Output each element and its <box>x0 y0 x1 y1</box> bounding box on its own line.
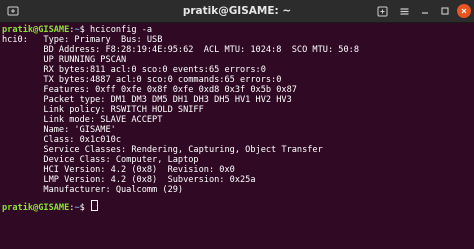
command-text: hciconfig -a <box>90 25 153 35</box>
prompt-user: pratik@GISAME <box>2 203 70 213</box>
title-bar[interactable]: pratik@GISAME: ~ <box>0 0 474 23</box>
minimize-button[interactable] <box>418 4 432 18</box>
output-line: Manufacturer: Qualcomm (29) <box>2 185 184 195</box>
prompt-line: pratik@GISAME:~$ <box>2 200 98 213</box>
prompt-user: pratik@GISAME <box>2 25 70 35</box>
menu-button[interactable] <box>397 4 411 18</box>
new-tab-button[interactable] <box>375 4 389 18</box>
close-icon <box>460 7 468 15</box>
close-button[interactable] <box>457 4 471 18</box>
maximize-button[interactable] <box>438 4 452 18</box>
minimize-icon <box>420 6 430 16</box>
prompt-symbol: $ <box>79 203 90 213</box>
text-cursor <box>91 200 98 211</box>
scrollbar[interactable] <box>470 23 474 249</box>
terminal-window: pratik@GISAME: ~ pratik@GISAME:~$ hcicon… <box>0 0 474 249</box>
terminal-area[interactable]: pratik@GISAME:~$ hciconfig -a hci0: Type… <box>0 23 474 249</box>
new-tab-icon <box>377 6 388 17</box>
hamburger-menu-icon <box>399 6 410 17</box>
prompt-symbol: $ <box>79 25 90 35</box>
maximize-icon <box>440 6 450 16</box>
